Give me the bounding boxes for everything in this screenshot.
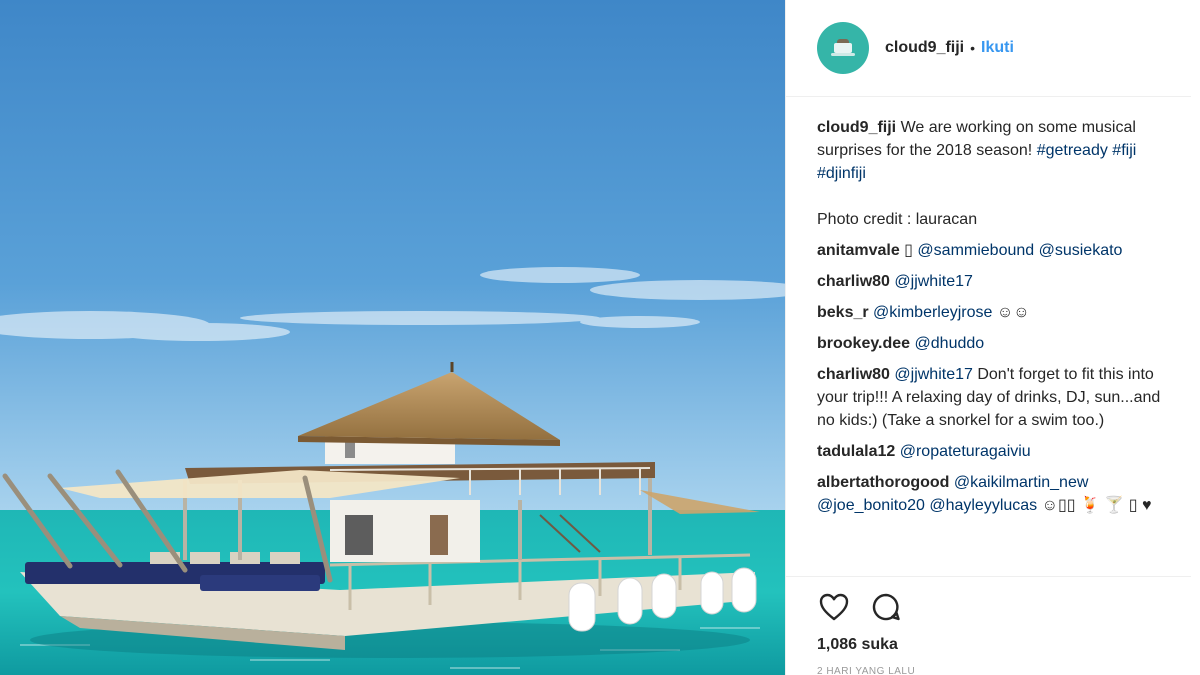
comments-list: cloud9_fiji We are working on some music… xyxy=(817,116,1177,525)
post-actions: 1,086 suka 2 HARI YANG LALU xyxy=(786,576,1191,675)
instagram-post: cloud9_fiji • Ikuti cloud9_fiji We are w… xyxy=(0,0,1200,675)
photo-credit: Photo credit : lauracan xyxy=(817,211,978,228)
comment-username[interactable]: tadulala12 xyxy=(817,443,895,460)
comment-mentions[interactable]: @jjwhite17 xyxy=(894,273,973,290)
comment-username[interactable]: charliw80 xyxy=(817,366,890,383)
follow-button[interactable]: Ikuti xyxy=(981,39,1014,57)
comment-mentions[interactable]: @kimberleyjrose xyxy=(873,304,992,321)
avatar[interactable] xyxy=(817,22,869,74)
post-photo[interactable] xyxy=(0,0,785,675)
comment-item: beks_r @kimberleyjrose ☺☺ xyxy=(817,301,1177,324)
comment-username[interactable]: albertathorogood xyxy=(817,474,949,491)
likes-count[interactable]: 1,086 suka xyxy=(817,636,1191,654)
caption: cloud9_fiji We are working on some music… xyxy=(817,116,1177,185)
comment-mentions[interactable]: @ropateturagaiviu xyxy=(900,443,1031,460)
comment-mentions[interactable]: @dhuddo xyxy=(915,335,985,352)
comment-username[interactable]: beks_r xyxy=(817,304,869,321)
caption-username[interactable]: cloud9_fiji xyxy=(817,119,896,136)
heart-outline-icon xyxy=(819,593,849,621)
comment-username[interactable]: brookey.dee xyxy=(817,335,910,352)
post-timestamp: 2 HARI YANG LALU xyxy=(817,666,916,675)
post-side-panel: cloud9_fiji • Ikuti cloud9_fiji We are w… xyxy=(785,0,1200,675)
post-header: cloud9_fiji • Ikuti xyxy=(786,0,1191,97)
comment-item: albertathorogood @kaikilmartin_new @joe_… xyxy=(817,471,1177,517)
comment-item: anitamvale ▯ @sammiebound @susiekato xyxy=(817,239,1177,262)
comment-mentions[interactable]: @jjwhite17 xyxy=(894,366,973,383)
comment-text: ☺▯▯ 🍹 🍸 ▯ ♥ xyxy=(1037,497,1152,514)
floating-bar-photo xyxy=(0,0,785,675)
comment-item: tadulala12 @ropateturagaiviu xyxy=(817,440,1177,463)
comment-prefix: ▯ xyxy=(899,242,918,259)
comment-username[interactable]: anitamvale xyxy=(817,242,900,259)
avatar-boat-cabin xyxy=(834,43,852,53)
comment-item: charliw80 @jjwhite17 xyxy=(817,270,1177,293)
avatar-boat-hull xyxy=(831,53,855,56)
comment-item: brookey.dee @dhuddo xyxy=(817,332,1177,355)
comment-username[interactable]: charliw80 xyxy=(817,273,890,290)
speech-bubble-icon xyxy=(872,593,900,621)
comment-mentions[interactable]: @sammiebound @susiekato xyxy=(917,242,1122,259)
comment-button[interactable] xyxy=(869,590,903,624)
like-button[interactable] xyxy=(817,590,851,624)
comment-item: charliw80 @jjwhite17 Don't forget to fit… xyxy=(817,363,1177,432)
header-separator: • xyxy=(970,40,976,56)
action-buttons xyxy=(817,589,1191,625)
comment-text: ☺☺ xyxy=(992,304,1030,321)
header-username[interactable]: cloud9_fiji xyxy=(885,39,964,57)
